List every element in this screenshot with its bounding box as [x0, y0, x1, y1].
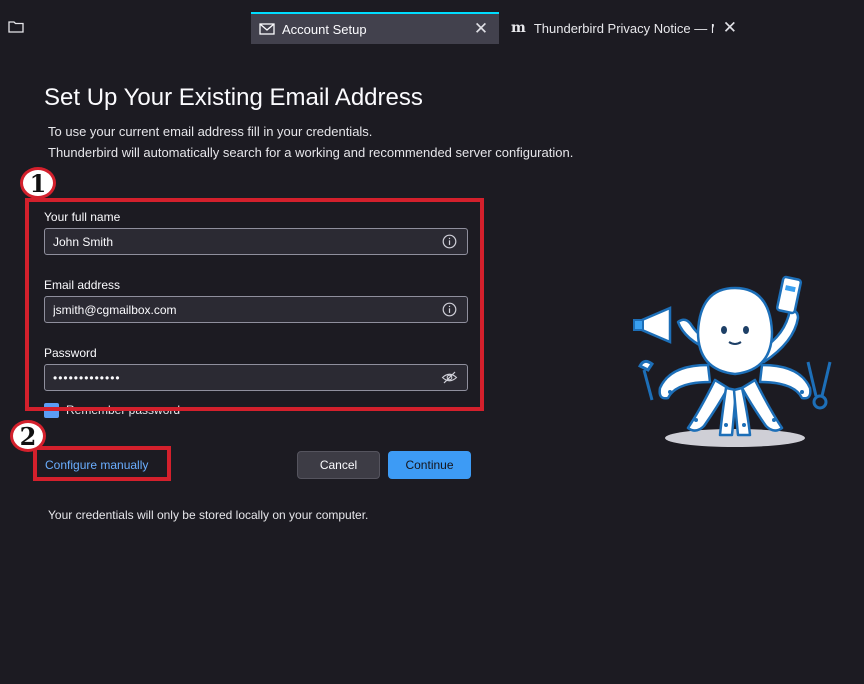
continue-button[interactable]: Continue — [388, 451, 471, 479]
close-tab-icon[interactable]: ✕ — [471, 19, 491, 39]
folder-icon[interactable] — [8, 20, 24, 33]
tab-label: Account Setup — [282, 21, 367, 37]
annotation-box-credentials — [25, 198, 484, 411]
annotation-box-configure — [33, 446, 171, 481]
annotation-step-1: 1 — [20, 167, 56, 199]
credentials-note: Your credentials will only be stored loc… — [48, 508, 369, 522]
intro-text: To use your current email address fill i… — [48, 124, 373, 139]
tab-privacy-notice[interactable]: m Thunderbird Privacy Notice — Mozilla ✕ — [501, 12, 751, 44]
tab-account-setup[interactable]: Account Setup ✕ — [251, 12, 499, 44]
octopus-mascot-illustration — [633, 275, 832, 447]
annotation-step-2: 2 — [10, 420, 46, 452]
tab-label: Thunderbird Privacy Notice — Mozilla — [533, 20, 714, 36]
mail-icon — [259, 23, 275, 35]
mozilla-logo-icon: m — [511, 20, 526, 36]
cancel-button[interactable]: Cancel — [297, 451, 380, 479]
page-title: Set Up Your Existing Email Address — [44, 84, 423, 111]
close-tab-icon[interactable]: ✕ — [720, 18, 740, 38]
intro-text: Thunderbird will automatically search fo… — [48, 145, 574, 160]
